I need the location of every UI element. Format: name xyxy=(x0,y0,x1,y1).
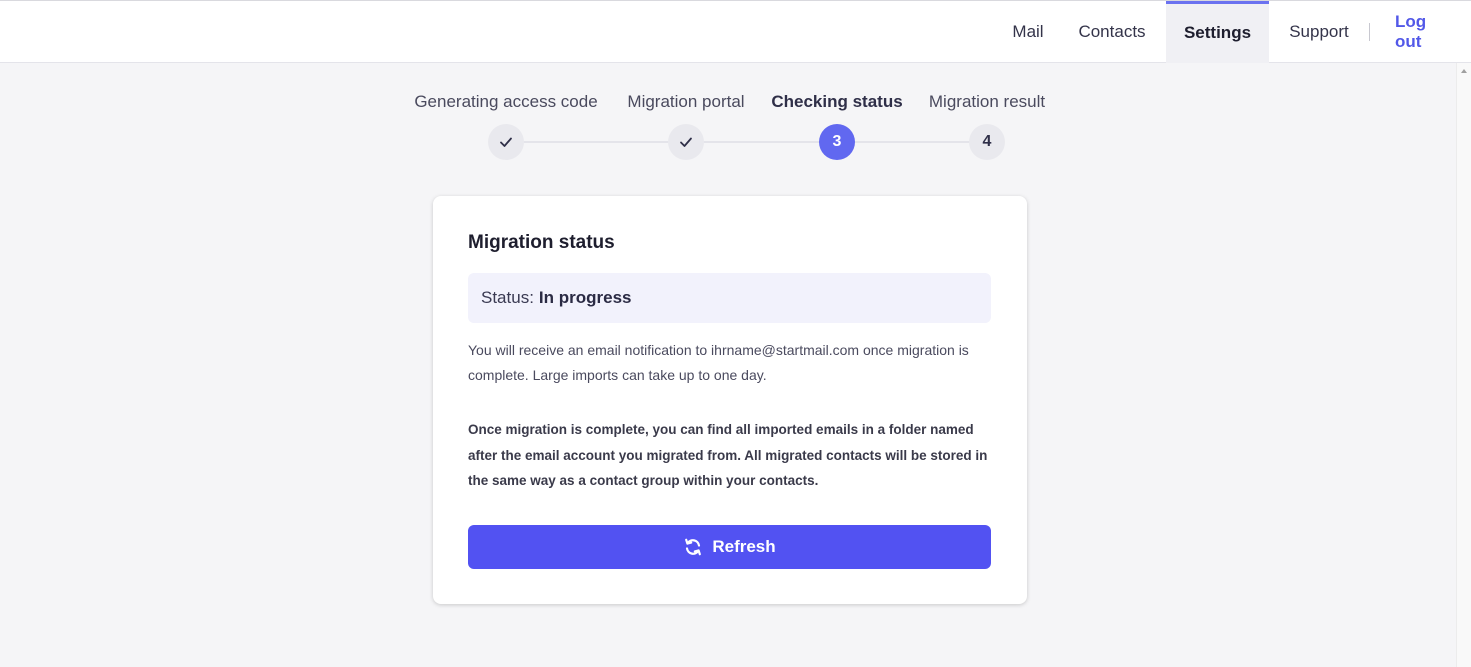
refresh-button[interactable]: Refresh xyxy=(468,525,991,569)
step-connector xyxy=(506,141,686,143)
card-title: Migration status xyxy=(468,232,615,253)
refresh-button-label: Refresh xyxy=(712,537,776,556)
step-label-migration-portal: Migration portal xyxy=(627,92,745,111)
notification-info-text: You will receive an email notification t… xyxy=(468,342,969,383)
step-label-migration-result: Migration result xyxy=(928,92,1046,111)
migration-complete-note: Once migration is complete, you can find… xyxy=(468,422,988,488)
step-4-pending: 4 xyxy=(969,124,1005,160)
checkmark-icon xyxy=(499,135,513,149)
nav-contacts[interactable]: Contacts xyxy=(1076,1,1148,63)
logout-link[interactable]: Log out xyxy=(1395,1,1455,63)
step-2-complete xyxy=(668,124,704,160)
scroll-up-arrow-icon[interactable] xyxy=(1461,69,1467,73)
migration-status-card: Migration status Status: In progress You… xyxy=(433,196,1027,604)
migration-stepper: Generating access code Migration portal … xyxy=(400,88,1060,168)
status-box: Status: In progress xyxy=(468,273,991,323)
checkmark-icon xyxy=(679,135,693,149)
refresh-icon xyxy=(683,537,703,557)
step-label-generating-access-code: Generating access code xyxy=(414,92,598,111)
status-label: Status: xyxy=(481,288,534,307)
status-value: In progress xyxy=(538,288,632,307)
step-label-checking-status: Checking status xyxy=(771,92,903,111)
step-1-complete xyxy=(488,124,524,160)
nav-mail[interactable]: Mail xyxy=(999,1,1057,63)
step-connector xyxy=(837,141,987,143)
step-connector xyxy=(686,141,837,143)
nav-divider xyxy=(1369,23,1370,41)
nav-settings[interactable]: Settings xyxy=(1166,1,1269,63)
main-nav: Mail Contacts Settings Support Log out xyxy=(999,1,1471,63)
vertical-scrollbar[interactable] xyxy=(1456,63,1471,667)
step-3-current: 3 xyxy=(819,124,855,160)
nav-support[interactable]: Support xyxy=(1269,1,1369,63)
top-navigation-bar: Mail Contacts Settings Support Log out xyxy=(0,0,1471,63)
